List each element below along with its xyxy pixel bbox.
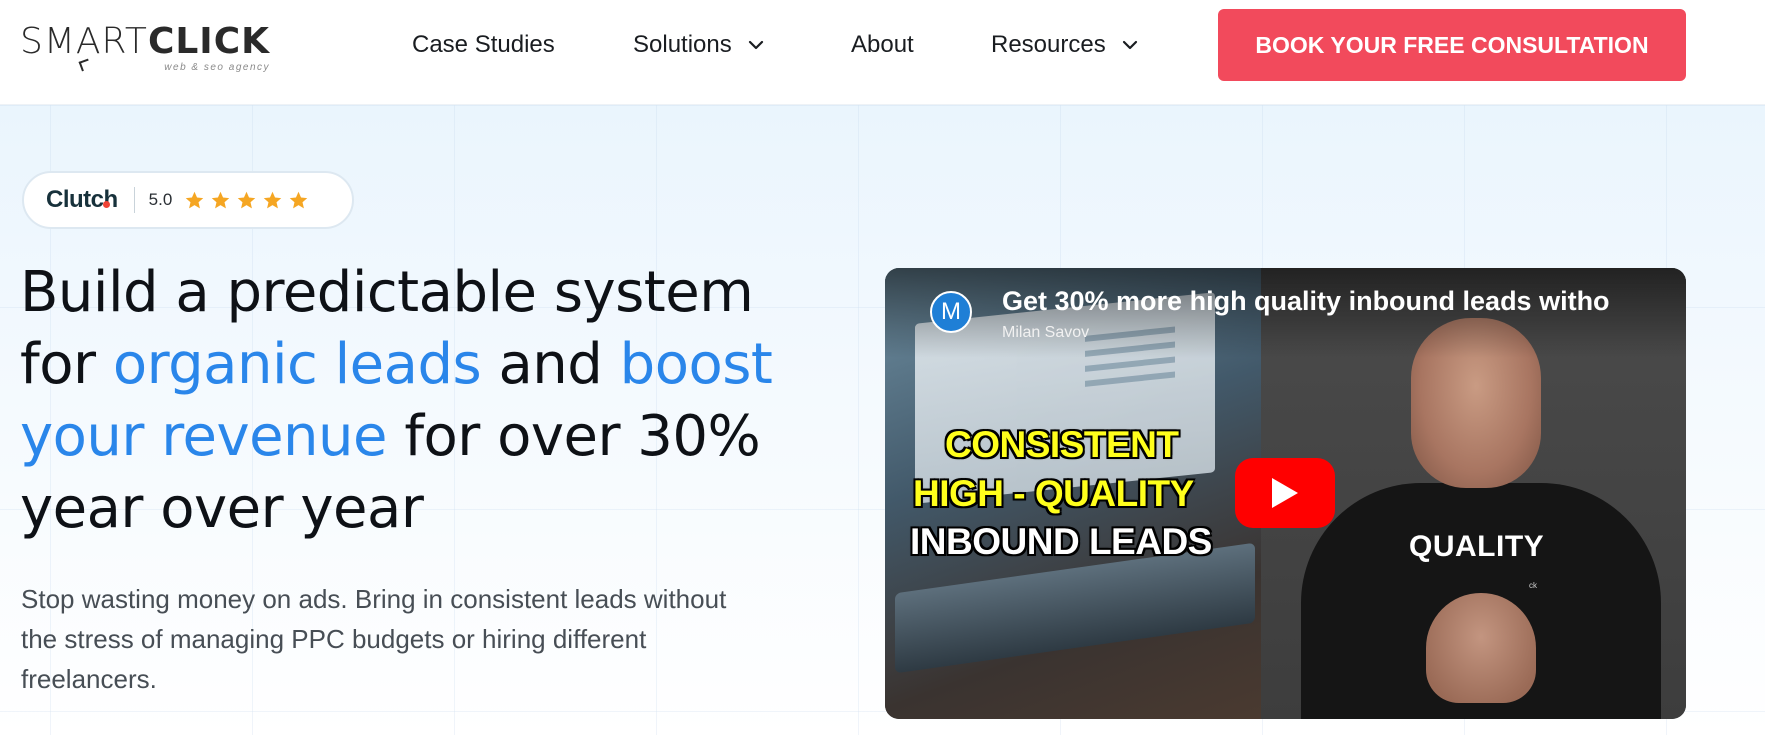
nav-solutions[interactable]: Solutions xyxy=(633,24,766,66)
overlay-inbound-leads: INBOUND LEADS xyxy=(910,521,1212,562)
video-title[interactable]: Get 30% more high quality inbound leads … xyxy=(1002,286,1632,317)
nav-case-studies-label: Case Studies xyxy=(412,31,555,58)
smartclick-logo[interactable]: SMARTCLICK web & seo agency xyxy=(20,20,270,76)
nav-resources-label: Resources xyxy=(991,31,1106,58)
badge-divider xyxy=(133,187,135,213)
play-icon xyxy=(1272,478,1298,508)
shirt-quality-text: QUALITY xyxy=(1409,530,1545,563)
star-icon xyxy=(186,191,204,208)
star-icon xyxy=(212,191,230,208)
star-icon xyxy=(238,191,256,208)
channel-avatar[interactable]: M xyxy=(930,291,972,333)
hero-headline: Build a predictable system for organic l… xyxy=(20,257,840,545)
play-button[interactable] xyxy=(1235,458,1335,528)
presenter-hands xyxy=(1426,593,1536,703)
nav-about-label: About xyxy=(851,31,914,58)
clutch-rating-badge[interactable]: Clutch 5.0 xyxy=(22,171,354,229)
nav-about[interactable]: About xyxy=(851,24,914,66)
clutch-rating-value: 5.0 xyxy=(148,190,173,209)
book-consultation-button[interactable]: BOOK YOUR FREE CONSULTATION xyxy=(1218,9,1686,81)
hero-subtext: Stop wasting money on ads. Bring in cons… xyxy=(21,584,727,694)
hero-section: Clutch 5.0 Build a predictable system fo… xyxy=(0,105,1765,735)
overlay-consistent: CONSISTENT xyxy=(945,424,1179,465)
nav-solutions-label: Solutions xyxy=(633,31,732,58)
clutch-logo-text: Clutch xyxy=(46,186,118,213)
chevron-down-icon xyxy=(746,35,766,55)
star-icon xyxy=(290,191,308,208)
chevron-down-icon xyxy=(1120,35,1140,55)
overlay-high-quality: HIGH - QUALITY xyxy=(913,473,1194,514)
clutch-logo: Clutch xyxy=(46,186,118,214)
youtube-video-embed[interactable]: QUALITY ck CONSISTENT HIGH - QUALITY INB… xyxy=(885,268,1686,719)
logo-wordmark: SMARTCLICK xyxy=(20,20,270,64)
channel-name[interactable]: Milan Savov xyxy=(1002,324,1089,342)
logo-click-text: CLICK xyxy=(147,21,271,62)
headline-highlight-organic-leads: organic leads xyxy=(112,332,482,397)
site-header: SMARTCLICK web & seo agency Case Studies… xyxy=(0,0,1765,105)
nav-case-studies[interactable]: Case Studies xyxy=(412,24,555,66)
star-icon xyxy=(264,191,282,208)
nav-resources[interactable]: Resources xyxy=(991,24,1140,66)
logo-smart-text: SMART xyxy=(20,21,148,62)
rating-stars xyxy=(184,190,309,211)
logo-tagline: web & seo agency xyxy=(164,62,271,73)
headline-text-2: and xyxy=(498,332,603,397)
shirt-mark: ck xyxy=(1529,581,1537,590)
clutch-dot-icon xyxy=(103,201,110,208)
